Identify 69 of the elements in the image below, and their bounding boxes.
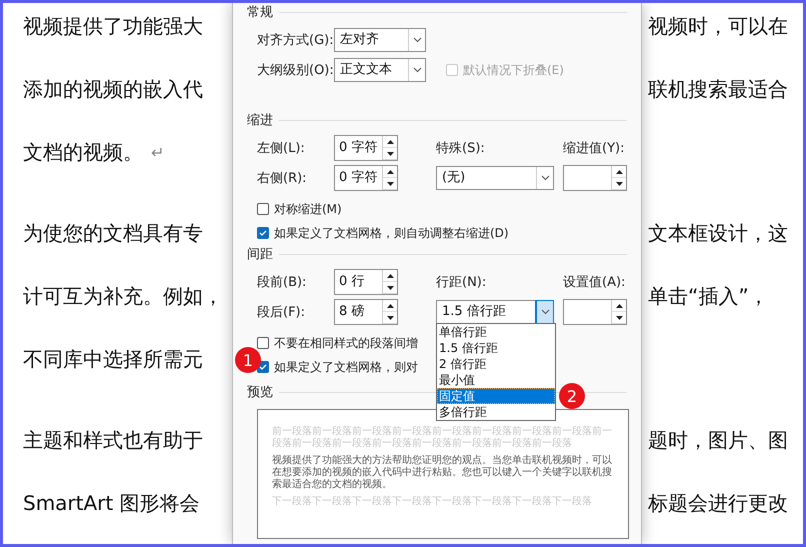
field-label: 左侧(L): <box>257 140 306 157</box>
right-indent-spinner[interactable]: 0 字符 <box>334 165 398 191</box>
dropdown-option[interactable]: 固定值 <box>437 388 555 404</box>
document-text: 主题和样式也有助于 <box>23 427 203 454</box>
document-text: 视频时，可以在 <box>648 13 788 40</box>
left-indent-spinner[interactable]: 0 字符 <box>334 135 398 161</box>
up-arrow-icon <box>386 170 394 174</box>
space-before-spinner[interactable]: 0 行 <box>334 269 398 295</box>
document-text: 文档的视频。 <box>23 139 143 166</box>
document-text: 视频提供了功能强大 <box>23 13 203 40</box>
chevron-down-icon <box>412 67 422 73</box>
checkbox[interactable] <box>257 203 269 215</box>
document-text: 联机搜索最适合 <box>648 76 788 103</box>
document-text: 不同库中选择所需元 <box>23 346 203 373</box>
up-arrow-icon <box>386 140 394 144</box>
chevron-down-icon <box>412 37 422 43</box>
down-arrow-icon <box>386 182 394 186</box>
chevron-down-icon <box>540 309 550 315</box>
section-title: 间距 <box>247 246 273 263</box>
preview-text: 视频提供了功能强大的方法帮助您证明您的观点。当您单击联机视频时，可以在想要添加的视频的嵌入代码中进行粘贴。您也可以键入一个关键字以联机搜索最适合您的文档的视频。 <box>272 455 613 491</box>
up-arrow-icon <box>386 304 394 308</box>
up-arrow-icon <box>616 170 622 174</box>
document-text: 标题会进行更改 <box>648 490 788 517</box>
field-label: 右侧(R): <box>257 170 308 187</box>
document-text: 文本框设计，这 <box>648 220 788 247</box>
field-label: 段后(F): <box>257 304 306 321</box>
section-title: 常规 <box>247 4 273 21</box>
document-text: 添加的视频的嵌入代 <box>23 76 203 103</box>
section-title: 缩进 <box>247 112 273 129</box>
indent-value-spinner[interactable] <box>563 165 627 191</box>
spacing-value-spinner[interactable] <box>563 299 627 325</box>
field-label: 段前(B): <box>257 274 308 291</box>
down-arrow-icon <box>386 316 394 320</box>
step-badge: 2 <box>559 383 585 409</box>
outline-level-dropdown[interactable]: 正文文本 <box>334 58 426 82</box>
checkbox[interactable] <box>257 227 269 239</box>
document-text: 为使您的文档具有专 <box>23 220 203 247</box>
document-text: SmartArt 图形将会 <box>23 490 200 517</box>
preview-text: 下一段落下一段落下一段落下一段落下一段落下一段落下一段落下一段落 <box>272 496 593 508</box>
document-text: 题时，图片、图 <box>648 427 788 454</box>
checkbox-label: 不要在相同样式的段落间增 <box>274 334 418 352</box>
document-text: 单击“插入”， <box>648 283 769 310</box>
down-arrow-icon <box>616 182 622 186</box>
checkbox-label: 如果定义了文档网格，则自动调整右缩进(D) <box>274 224 509 242</box>
down-arrow-icon <box>386 286 394 290</box>
paragraph-mark: ↵ <box>151 143 164 162</box>
check-icon <box>259 230 267 236</box>
chevron-down-icon <box>540 175 550 181</box>
document-text: 计可互为补充。例如， <box>23 283 223 310</box>
field-label: 对齐方式(G): <box>257 32 334 49</box>
field-label: 特殊(S): <box>436 140 486 157</box>
preview-text: 前一段落前一段落前一段落前一段落前一段落前一段落前一段落前一段落前一段落前一段落前一段落前一段落前一段落前一段落前一段落前一段落 <box>272 426 613 450</box>
checkbox-label: 对称缩进(M) <box>274 200 342 218</box>
down-arrow-icon <box>386 152 394 156</box>
special-indent-dropdown[interactable]: (无) <box>436 166 554 190</box>
up-arrow-icon <box>386 274 394 278</box>
checkbox-label: 如果定义了文档网格，则对 <box>274 358 418 376</box>
step-badge: 1 <box>235 347 261 373</box>
up-arrow-icon <box>616 304 622 308</box>
field-label: 设置值(A): <box>563 274 626 291</box>
field-label: 缩进值(Y): <box>563 140 626 157</box>
down-arrow-icon <box>616 316 622 320</box>
section-title: 预览 <box>247 384 273 401</box>
checkbox-label: 默认情况下折叠(E) <box>463 62 564 78</box>
alignment-dropdown[interactable]: 左对齐 <box>334 28 426 52</box>
field-label: 行距(N): <box>436 274 488 291</box>
space-after-spinner[interactable]: 8 磅 <box>334 299 398 325</box>
checkbox[interactable] <box>257 337 269 349</box>
field-label: 大纲级别(O): <box>257 62 334 79</box>
